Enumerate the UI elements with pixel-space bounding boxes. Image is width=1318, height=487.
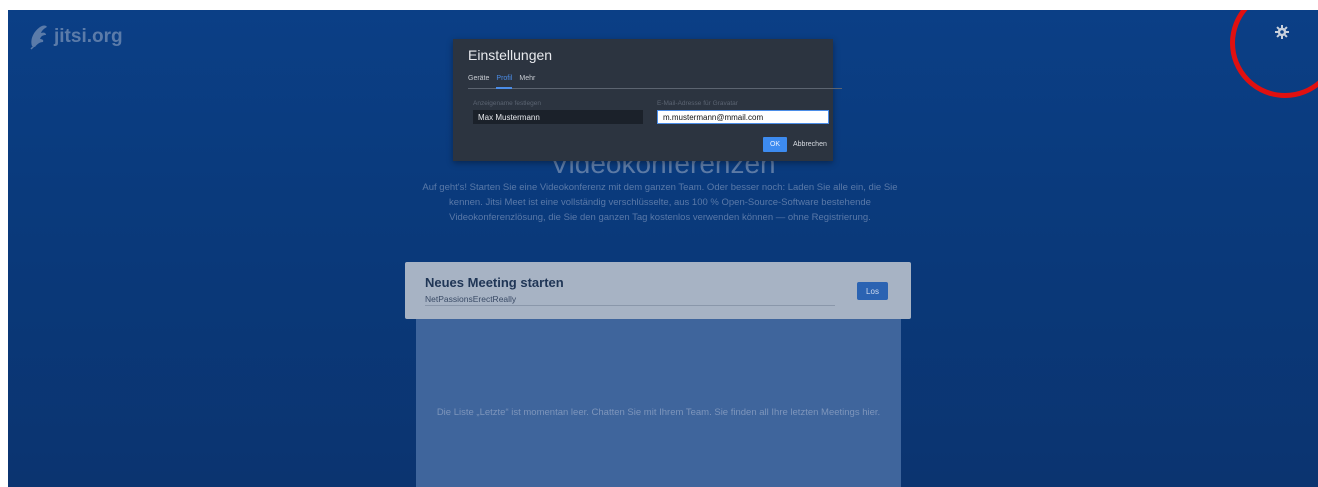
display-name-input[interactable] [473,110,643,124]
email-input[interactable] [657,110,829,124]
tab-devices[interactable]: Geräte [468,75,489,87]
cancel-button[interactable]: Abbrechen [793,137,827,152]
settings-gear-icon[interactable] [1274,24,1290,40]
tab-more[interactable]: Mehr [519,75,535,87]
email-label: E-Mail-Adresse für Gravatar [657,100,738,107]
display-name-label: Anzeigename festlegen [473,100,541,107]
ok-button[interactable]: OK [763,137,787,152]
settings-tabs: Geräte Profil Mehr [468,75,842,89]
settings-dialog: Einstellungen Geräte Profil Mehr Anzeige… [453,39,842,161]
jitsi-home-page: jitsi.org Videokonferenzen Auf geht's! S… [8,10,1318,487]
tab-profile[interactable]: Profil [496,75,512,89]
settings-dialog-title: Einstellungen [468,47,553,63]
